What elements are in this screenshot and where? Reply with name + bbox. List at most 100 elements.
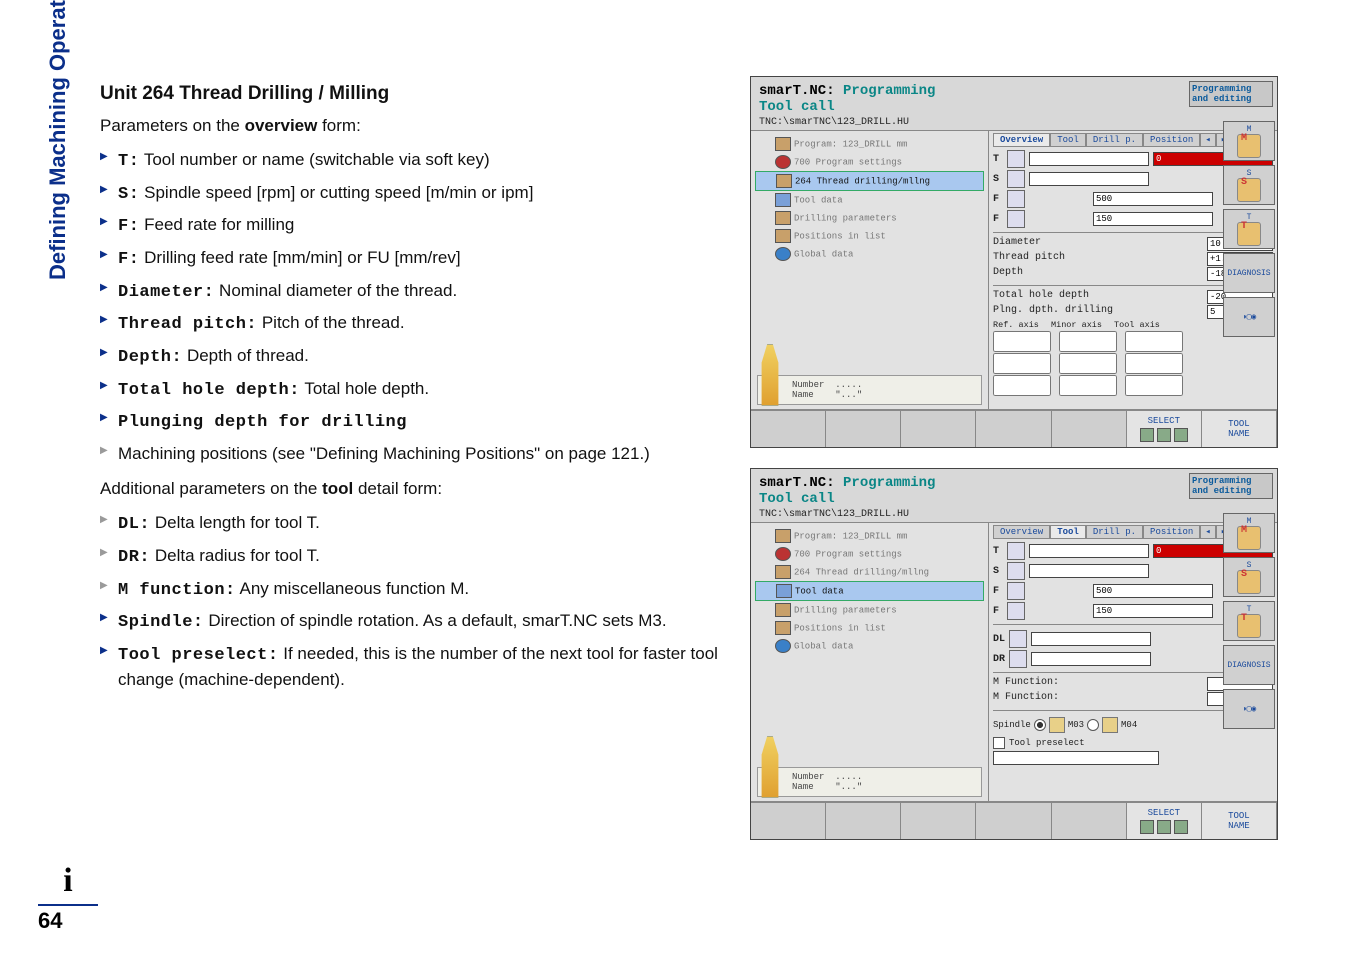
input-tool-preselect[interactable] bbox=[993, 751, 1159, 765]
page-number-block: i 64 bbox=[38, 862, 98, 934]
parameter-item: DR: Delta radius for tool T. bbox=[100, 544, 720, 571]
parameter-item: T: Tool number or name (switchable via s… bbox=[100, 148, 720, 175]
parameter-item: Diameter: Nominal diameter of the thread… bbox=[100, 279, 720, 306]
tab-overview[interactable]: Overview bbox=[993, 525, 1050, 539]
tab-drillp[interactable]: Drill p. bbox=[1086, 525, 1143, 539]
m04-icon bbox=[1102, 717, 1118, 733]
tab-position[interactable]: Position bbox=[1143, 133, 1200, 147]
m03-icon bbox=[1049, 717, 1065, 733]
feed-mill-icon bbox=[1007, 582, 1025, 600]
input-ref-axis[interactable] bbox=[993, 331, 1051, 352]
program-tree[interactable]: Program: 123_DRILL mm 700 Program settin… bbox=[751, 131, 989, 411]
section-title-vertical: Defining Machining Operations bbox=[45, 0, 71, 280]
parameter-item: S: Spindle speed [rpm] or cutting speed … bbox=[100, 181, 720, 208]
tab-nav-left-icon[interactable]: ◂ bbox=[1200, 525, 1215, 539]
side-btn-M[interactable]: M bbox=[1223, 513, 1275, 553]
side-btn-T[interactable]: T bbox=[1223, 209, 1275, 249]
tool-intro: Additional parameters on the tool detail… bbox=[100, 477, 720, 502]
input-tool-axis-3[interactable] bbox=[1125, 375, 1183, 396]
parameter-item: F: Drilling feed rate [mm/min] or FU [mm… bbox=[100, 246, 720, 273]
tree-info-box: Number ..... Name "..." bbox=[757, 767, 982, 797]
parameter-item: Machining positions (see "Defining Machi… bbox=[100, 442, 720, 467]
input-minor-axis-2[interactable] bbox=[1059, 353, 1117, 374]
input-minor-axis[interactable] bbox=[1059, 331, 1117, 352]
input-S[interactable] bbox=[1029, 564, 1149, 578]
program-path: TNC:\smarTNC\123_DRILL.HU bbox=[751, 509, 1277, 523]
delta-radius-icon bbox=[1009, 650, 1027, 668]
unit-heading: Unit 264 Thread Drilling / Milling bbox=[100, 80, 720, 108]
side-btn-S[interactable]: S bbox=[1223, 165, 1275, 205]
parameter-item: Depth: Depth of thread. bbox=[100, 344, 720, 371]
mode-indicator: Programmingand editing bbox=[1189, 473, 1273, 499]
tab-overview[interactable]: Overview bbox=[993, 133, 1050, 147]
feed-drill-icon bbox=[1007, 210, 1025, 228]
parameter-item: DL: Delta length for tool T. bbox=[100, 511, 720, 538]
side-btn-T[interactable]: T bbox=[1223, 601, 1275, 641]
input-T[interactable] bbox=[1029, 152, 1149, 166]
overview-intro: Parameters on the overview form: bbox=[100, 114, 720, 139]
checkbox-tool-preselect[interactable] bbox=[993, 737, 1005, 749]
tool-icon bbox=[1007, 542, 1025, 560]
radio-m04[interactable] bbox=[1087, 719, 1099, 731]
parameter-item: F: Feed rate for milling bbox=[100, 213, 720, 240]
spindle-speed-icon bbox=[1007, 170, 1025, 188]
program-path: TNC:\smarTNC\123_DRILL.HU bbox=[751, 117, 1277, 131]
parameter-item: Spindle: Direction of spindle rotation. … bbox=[100, 609, 720, 636]
side-btn-symbols[interactable]: ◑▢◉ bbox=[1223, 689, 1275, 729]
screenshot-overview: smarT.NC: Programming Tool call Programm… bbox=[750, 76, 1278, 448]
tree-info-box: Number ..... Name "..." bbox=[757, 375, 982, 405]
info-icon: i bbox=[38, 862, 98, 906]
side-btn-diagnosis[interactable]: DIAGNOSIS bbox=[1223, 645, 1275, 685]
main-text-column: Unit 264 Thread Drilling / Milling Param… bbox=[100, 80, 720, 703]
input-minor-axis-3[interactable] bbox=[1059, 375, 1117, 396]
side-toolbar: M S T DIAGNOSIS ◑▢◉ bbox=[1223, 513, 1275, 729]
parameter-item: M function: Any miscellaneous function M… bbox=[100, 577, 720, 604]
tab-nav-left-icon[interactable]: ◂ bbox=[1200, 133, 1215, 147]
softkey-row: SELECT TOOL NAME bbox=[751, 801, 1277, 839]
input-ref-axis-3[interactable] bbox=[993, 375, 1051, 396]
side-btn-diagnosis[interactable]: DIAGNOSIS bbox=[1223, 253, 1275, 293]
tab-position[interactable]: Position bbox=[1143, 525, 1200, 539]
parameter-item: Tool preselect: If needed, this is the n… bbox=[100, 642, 720, 693]
softkey-select[interactable]: SELECT bbox=[1127, 803, 1202, 839]
softkey-tool-name[interactable]: TOOL NAME bbox=[1202, 803, 1277, 839]
tab-tool[interactable]: Tool bbox=[1050, 525, 1086, 539]
input-F-drill[interactable] bbox=[1093, 604, 1213, 618]
spindle-speed-icon bbox=[1007, 562, 1025, 580]
overview-parameter-list: T: Tool number or name (switchable via s… bbox=[100, 148, 720, 466]
input-tool-axis[interactable] bbox=[1125, 331, 1183, 352]
softkey-select[interactable]: SELECT bbox=[1127, 411, 1202, 447]
input-F-drill[interactable] bbox=[1093, 212, 1213, 226]
page-number: 64 bbox=[38, 908, 98, 934]
softkey-row: SELECT TOOL NAME bbox=[751, 409, 1277, 447]
tool-graphic-icon bbox=[756, 736, 784, 798]
tab-drillp[interactable]: Drill p. bbox=[1086, 133, 1143, 147]
feed-mill-icon bbox=[1007, 190, 1025, 208]
parameter-item: Thread pitch: Pitch of the thread. bbox=[100, 311, 720, 338]
input-F-mill[interactable] bbox=[1093, 584, 1213, 598]
mode-indicator: Programmingand editing bbox=[1189, 81, 1273, 107]
side-btn-S[interactable]: S bbox=[1223, 557, 1275, 597]
side-toolbar: M S T DIAGNOSIS ◑▢◉ bbox=[1223, 121, 1275, 337]
input-S[interactable] bbox=[1029, 172, 1149, 186]
tool-parameter-list: DL: Delta length for tool T. DR: Delta ra… bbox=[100, 511, 720, 693]
input-F-mill[interactable] bbox=[1093, 192, 1213, 206]
delta-length-icon bbox=[1009, 630, 1027, 648]
parameter-item: Plunging depth for drilling bbox=[100, 409, 720, 436]
screenshot-tool: smarT.NC: Programming Tool call Programm… bbox=[750, 468, 1278, 840]
tool-graphic-icon bbox=[756, 344, 784, 406]
radio-m03[interactable] bbox=[1034, 719, 1046, 731]
softkey-tool-name[interactable]: TOOL NAME bbox=[1202, 411, 1277, 447]
input-DL[interactable] bbox=[1031, 632, 1151, 646]
input-DR[interactable] bbox=[1031, 652, 1151, 666]
side-btn-M[interactable]: M bbox=[1223, 121, 1275, 161]
side-btn-symbols[interactable]: ◑▢◉ bbox=[1223, 297, 1275, 337]
input-tool-axis-2[interactable] bbox=[1125, 353, 1183, 374]
feed-drill-icon bbox=[1007, 602, 1025, 620]
program-tree[interactable]: Program: 123_DRILL mm 700 Program settin… bbox=[751, 523, 989, 803]
input-ref-axis-2[interactable] bbox=[993, 353, 1051, 374]
input-T[interactable] bbox=[1029, 544, 1149, 558]
parameter-item: Total hole depth: Total hole depth. bbox=[100, 377, 720, 404]
tool-icon bbox=[1007, 150, 1025, 168]
tab-tool[interactable]: Tool bbox=[1050, 133, 1086, 147]
